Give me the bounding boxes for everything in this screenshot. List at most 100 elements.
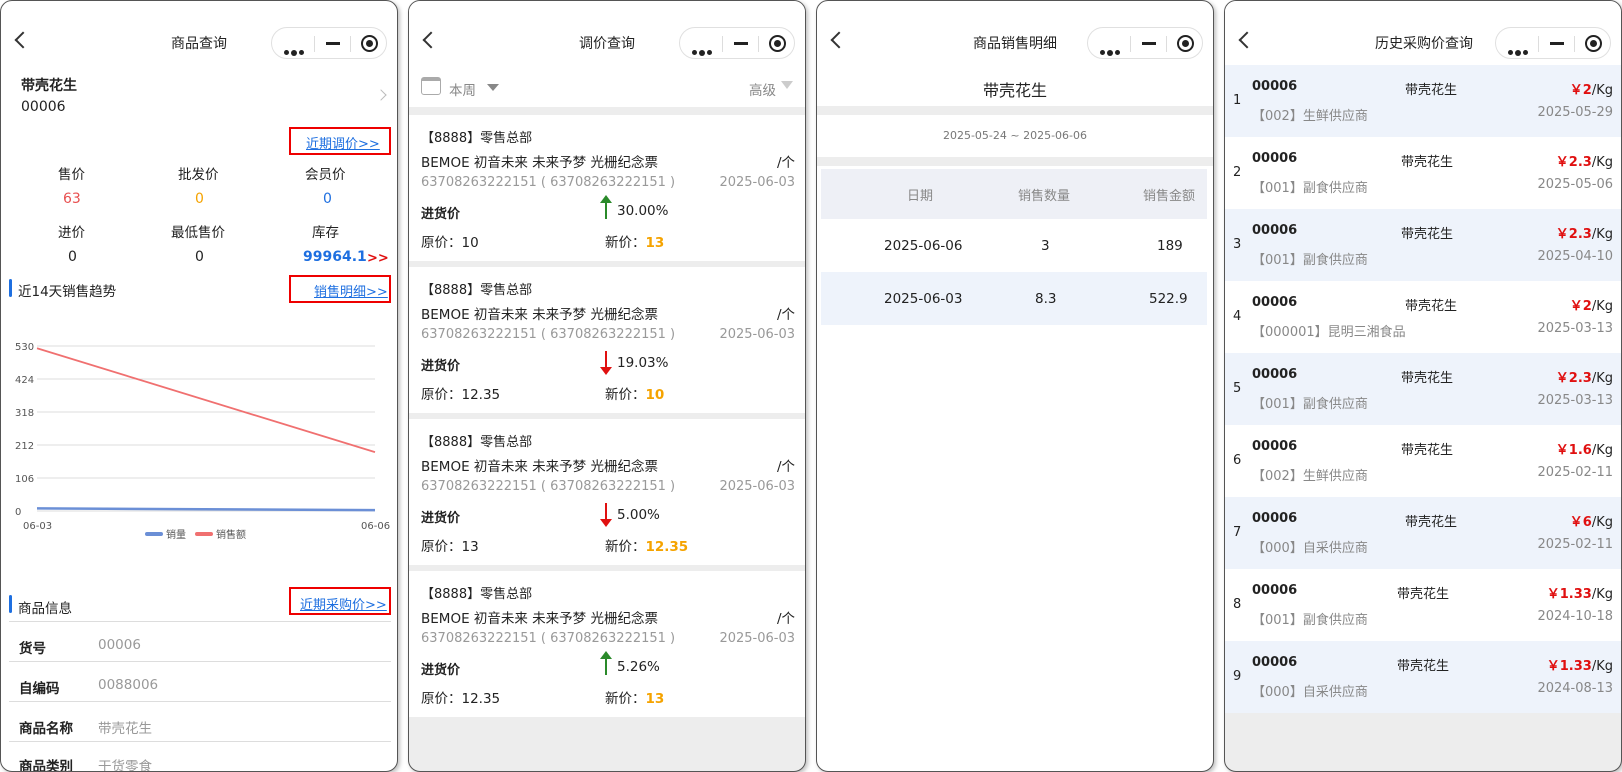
- recent-purchase-link[interactable]: 近期采购价>>: [300, 594, 387, 613]
- x-tick-label: 06-03: [23, 521, 52, 532]
- metric-value-cost: 0: [68, 249, 77, 265]
- metric-value-stock: 99964.1: [303, 249, 367, 265]
- table-row[interactable]: 2025-06-06 3 189: [821, 219, 1207, 272]
- old-price: 原价：10: [421, 235, 479, 251]
- row-index: 3: [1233, 237, 1242, 252]
- series-line-1: [36, 347, 376, 454]
- adjust-card[interactable]: 【8888】零售总部 BEMOE 初音未来 未来予梦 光栅纪念票/个 6370826…: [409, 115, 805, 261]
- product-title: BEMOE 初音未来 未来予梦 光栅纪念票: [421, 459, 658, 475]
- product-name: 带壳花生: [1401, 371, 1454, 386]
- product-title: BEMOE 初音未来 未来予梦 光栅纪念票: [421, 307, 658, 323]
- minimize-icon[interactable]: [326, 42, 340, 45]
- purchase-price: ￥1.33/Kg: [1546, 659, 1613, 674]
- cell-date: 2025-06-03: [884, 291, 963, 307]
- caret-down-icon[interactable]: [487, 84, 499, 91]
- more-icon[interactable]: [692, 42, 714, 61]
- adjust-card[interactable]: 【8888】零售总部 BEMOE 初音未来 未来予梦 光栅纪念票/个 6370826…: [409, 267, 805, 413]
- product-name: 带壳花生: [1397, 659, 1450, 674]
- legend-label[interactable]: 销售额: [216, 528, 246, 541]
- supplier: 【000】自采供应商: [1252, 541, 1368, 556]
- purchase-row[interactable]: 4 00006 带壳花生 ￥2/Kg 【000001】昆明三湘食品 2025-03-13: [1225, 281, 1621, 353]
- recent-adjust-link[interactable]: 近期调价>>: [306, 133, 380, 152]
- chevron-right-icon[interactable]: [375, 89, 387, 101]
- purchase-row[interactable]: 8 00006 带壳花生 ￥1.33/Kg 【001】副食供应商 2024-10-18: [1225, 569, 1621, 641]
- panel-sales-detail: 商品销售明细 带壳花生 2025-05-24 ~ 2025-06-06 日期 销…: [816, 0, 1214, 772]
- filter-icon[interactable]: [781, 81, 793, 89]
- minimize-icon[interactable]: [734, 42, 748, 45]
- purchase-row[interactable]: 7 00006 带壳花生 ￥6/Kg 【000】自采供应商 2025-02-11: [1225, 497, 1621, 569]
- info-section-title: 商品信息: [18, 601, 72, 617]
- x-tick-label: 06-06: [361, 521, 390, 532]
- panel-product-query: 商品查询 带壳花生 00006 近期调价>> 售价 批发价 会员价 63 0 0…: [0, 0, 398, 772]
- purchase-row[interactable]: 9 00006 带壳花生 ￥1.33/Kg 【000】自采供应商 2024-08-13: [1225, 641, 1621, 713]
- sales-detail-link[interactable]: 销售明细>>: [314, 281, 388, 300]
- date-range: 2025-05-24 ~ 2025-06-06: [942, 129, 1088, 142]
- table-row[interactable]: 2025-06-03 8.3 522.9: [821, 272, 1207, 325]
- barcode: 63708263222151 ( 63708263222151 ): [421, 175, 676, 190]
- adjust-date: 2025-06-03: [719, 479, 795, 494]
- minimize-icon[interactable]: [1142, 42, 1156, 45]
- section-marker: [9, 279, 12, 297]
- back-icon[interactable]: [1238, 31, 1256, 49]
- back-icon[interactable]: [422, 31, 440, 49]
- arrow-down-icon: [600, 503, 612, 527]
- stock-more-link[interactable]: >>: [367, 251, 389, 266]
- purchase-date: 2025-03-13: [1537, 321, 1613, 336]
- table-header: 日期 销售数量 销售金额: [821, 169, 1207, 219]
- close-capsule-icon[interactable]: [361, 35, 378, 52]
- arrow-up-icon: [600, 651, 612, 675]
- purchase-row[interactable]: 3 00006 带壳花生 ￥2.3/Kg 【001】副食供应商 2025-04-10: [1225, 209, 1621, 281]
- section-marker: [9, 595, 12, 613]
- product-name: 带壳花生: [1405, 83, 1458, 98]
- change-percent: 30.00%: [617, 203, 669, 219]
- purchase-date: 2024-08-13: [1537, 681, 1613, 696]
- metric-value-min-price: 0: [195, 249, 204, 265]
- adjust-date: 2025-06-03: [719, 175, 795, 190]
- period-selector[interactable]: 本周: [449, 79, 476, 99]
- metric-label: 批发价: [178, 167, 219, 183]
- store-name: 【8888】零售总部: [421, 131, 533, 146]
- nav-bar: 商品销售明细: [817, 23, 1213, 63]
- y-tick-label: 106: [15, 474, 34, 485]
- purchase-date: 2025-03-13: [1537, 393, 1613, 408]
- mini-program-capsule: [1087, 27, 1203, 59]
- y-tick-label: 530: [15, 342, 34, 353]
- minimize-icon[interactable]: [1550, 42, 1564, 45]
- close-capsule-icon[interactable]: [1177, 35, 1194, 52]
- product-code: 00006: [1252, 295, 1298, 310]
- advanced-filter-button[interactable]: 高级: [749, 79, 776, 99]
- purchase-row[interactable]: 6 00006 带壳花生 ￥1.6/Kg 【002】生鲜供应商 2025-02-11: [1225, 425, 1621, 497]
- product-title: BEMOE 初音未来 未来予梦 光栅纪念票: [421, 611, 658, 627]
- back-icon[interactable]: [14, 31, 32, 49]
- purchase-row[interactable]: 2 00006 带壳花生 ￥2.3/Kg 【001】副食供应商 2025-05-06: [1225, 137, 1621, 209]
- info-label: 商品类别: [19, 759, 73, 772]
- new-price: 新价：13: [605, 235, 665, 251]
- adjust-date: 2025-06-03: [719, 327, 795, 342]
- close-capsule-icon[interactable]: [769, 35, 786, 52]
- metric-label: 会员价: [305, 167, 346, 183]
- page-title: 调价查询: [579, 36, 635, 52]
- product-code: 00006: [21, 99, 66, 115]
- supplier: 【001】副食供应商: [1252, 613, 1368, 628]
- adjust-card[interactable]: 【8888】零售总部 BEMOE 初音未来 未来予梦 光栅纪念票/个 6370826…: [409, 419, 805, 565]
- more-icon[interactable]: [1508, 42, 1530, 61]
- more-icon[interactable]: [284, 42, 306, 61]
- close-capsule-icon[interactable]: [1585, 35, 1602, 52]
- purchase-price: ￥1.33/Kg: [1546, 587, 1613, 602]
- legend-label[interactable]: 销量: [166, 528, 186, 541]
- header-amount: 销售金额: [1143, 189, 1196, 204]
- nav-bar: 调价查询: [409, 23, 805, 63]
- purchase-row[interactable]: 1 00006 带壳花生 ￥2/Kg 【002】生鲜供应商 2025-05-29: [1225, 65, 1621, 137]
- purchase-row[interactable]: 5 00006 带壳花生 ￥2.3/Kg 【001】副食供应商 2025-03-13: [1225, 353, 1621, 425]
- product-name: 带壳花生: [1401, 443, 1454, 458]
- adjust-card[interactable]: 【8888】零售总部 BEMOE 初音未来 未来予梦 光栅纪念票/个 6370826…: [409, 571, 805, 717]
- more-icon[interactable]: [1100, 42, 1122, 61]
- barcode: 63708263222151 ( 63708263222151 ): [421, 631, 676, 646]
- mini-program-capsule: [271, 27, 387, 59]
- series-line-0: [36, 507, 376, 512]
- panel-purchase-history: 历史采购价查询 1 00006 带壳花生 ￥2/Kg 【002】生鲜供应商 2025-05…: [1224, 0, 1622, 772]
- calendar-icon[interactable]: [421, 77, 441, 95]
- back-icon[interactable]: [830, 31, 848, 49]
- product-code: 00006: [1252, 223, 1298, 238]
- row-index: 4: [1233, 309, 1242, 324]
